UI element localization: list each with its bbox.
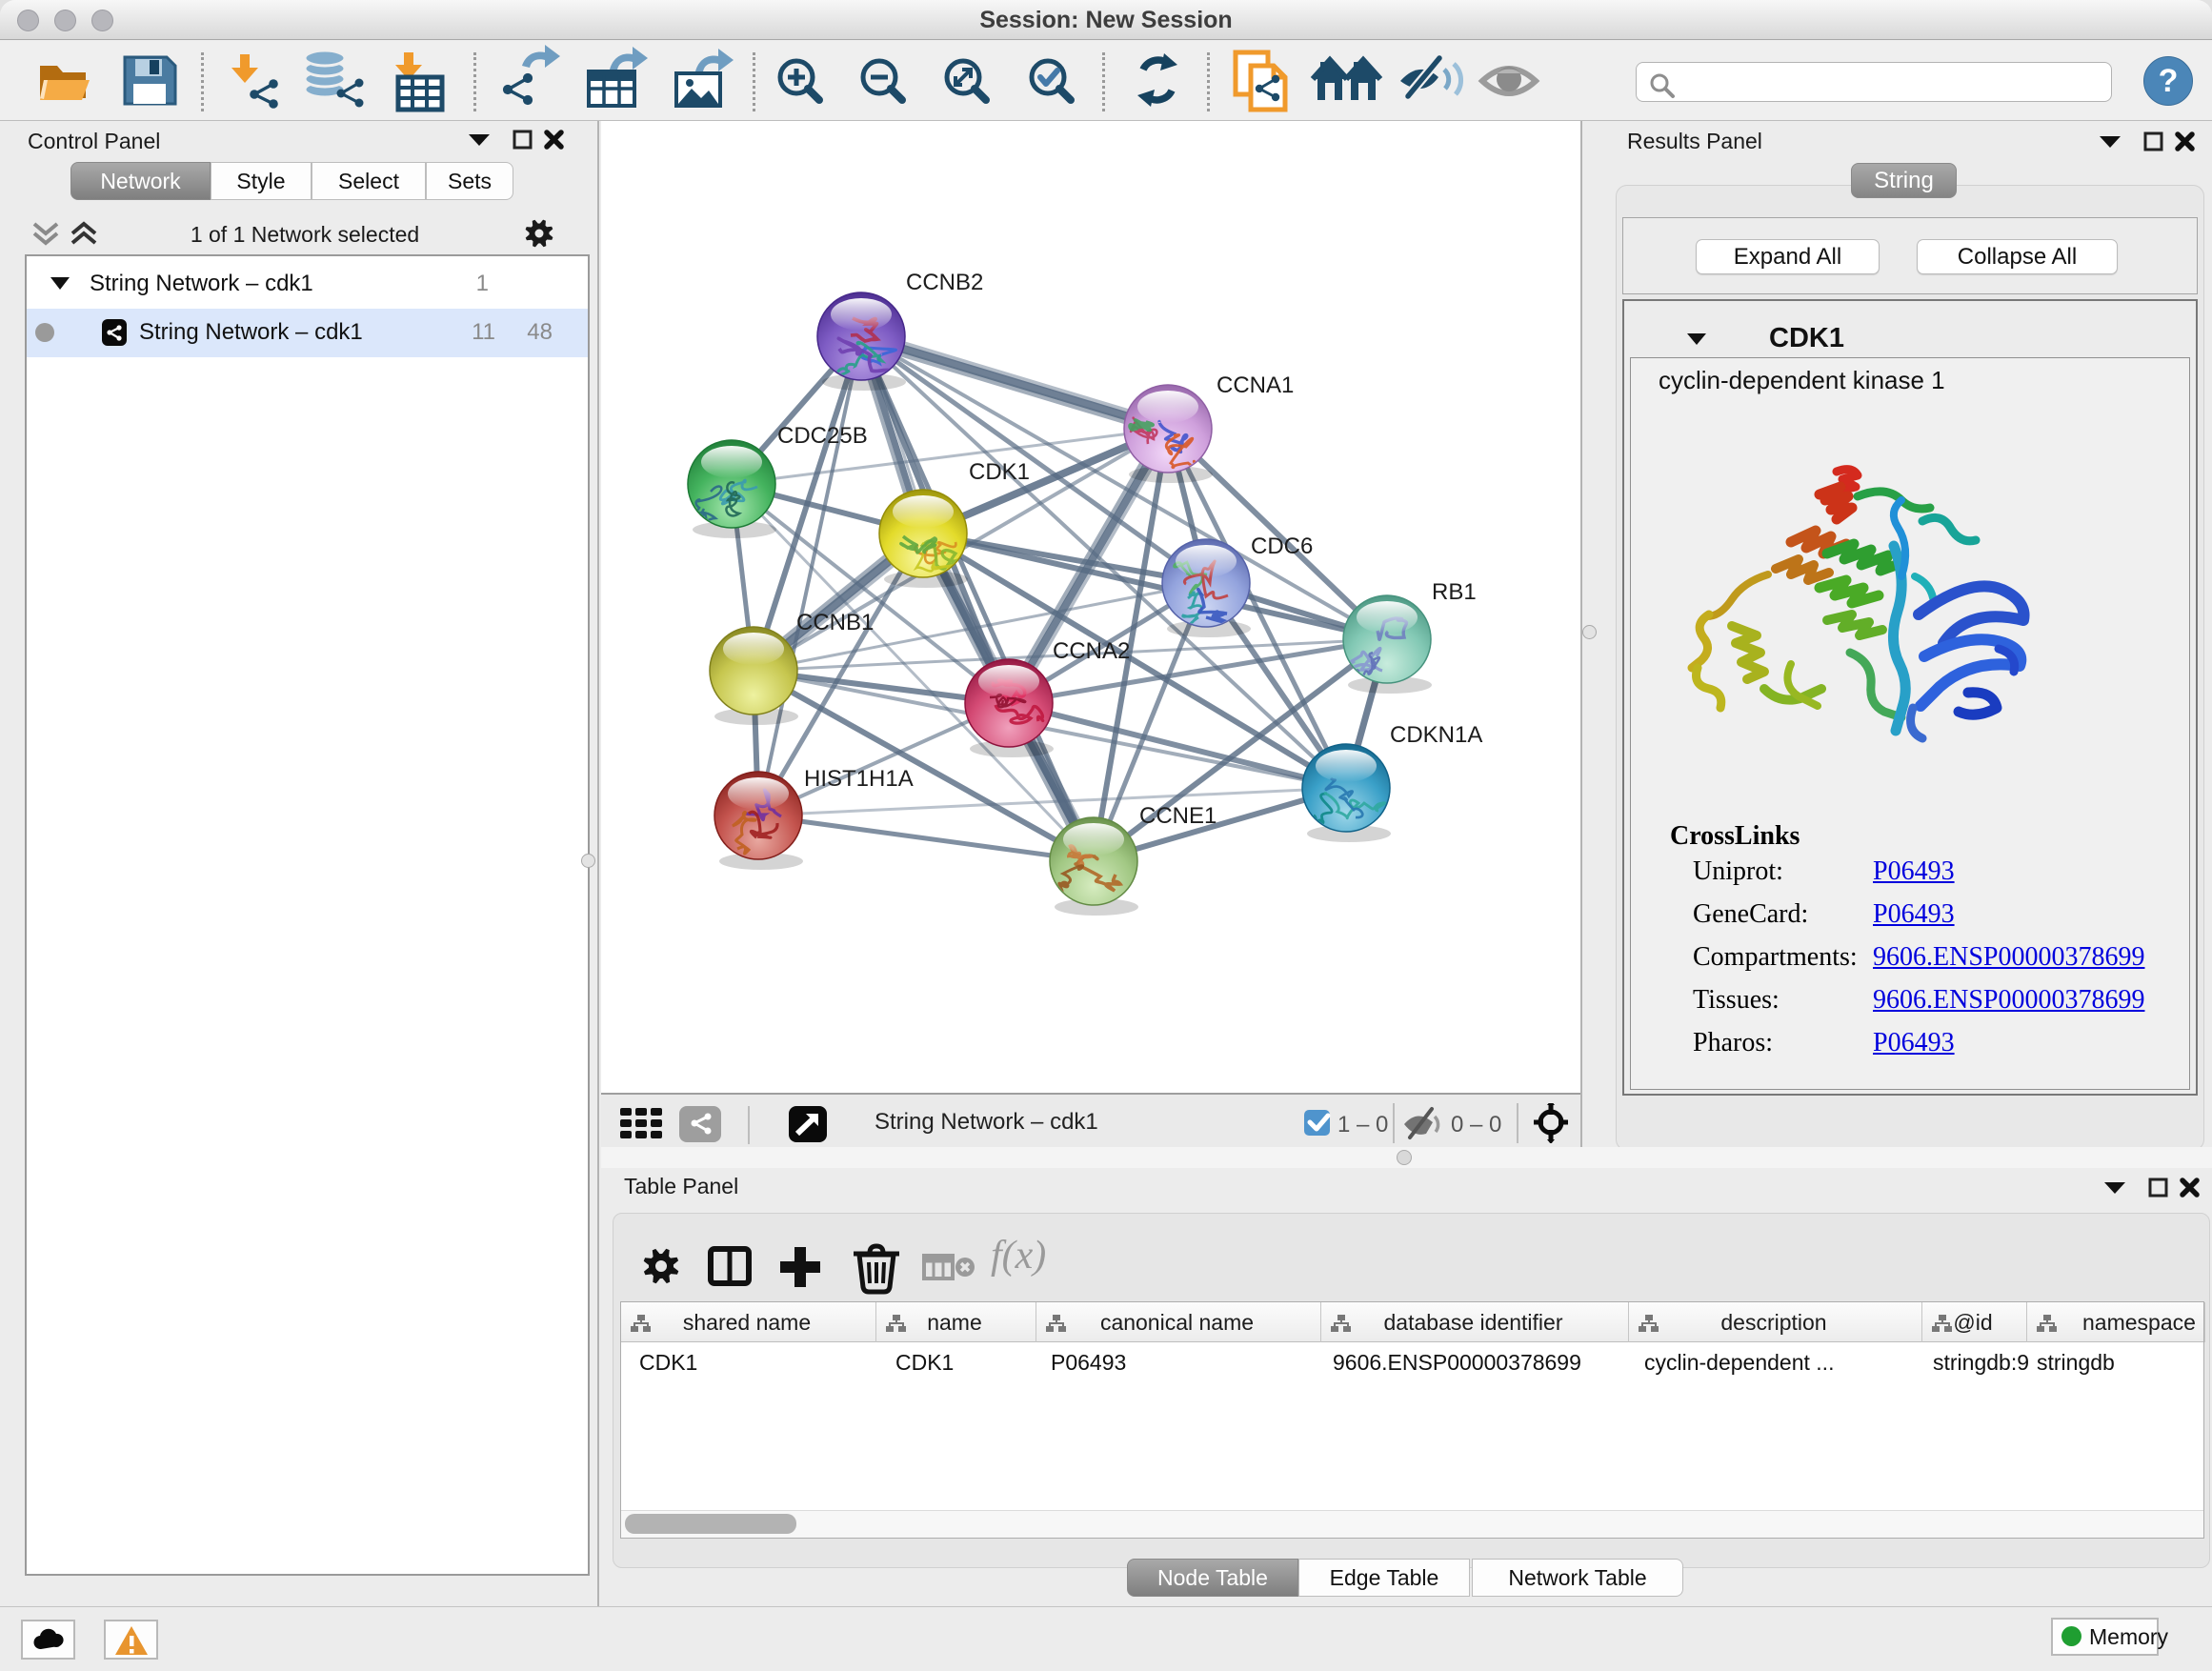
svg-text:CDKN1A: CDKN1A <box>1390 722 1482 748</box>
svg-text:CCNB2: CCNB2 <box>906 270 983 295</box>
svg-text:0 – 0: 0 – 0 <box>1451 1112 1501 1137</box>
svg-text:CCNB1: CCNB1 <box>796 610 874 635</box>
svg-text:RB1: RB1 <box>1432 579 1477 605</box>
svg-text:CDK1: CDK1 <box>969 459 1030 485</box>
svg-text:CCNE1: CCNE1 <box>1139 803 1217 829</box>
svg-text:CCNA1: CCNA1 <box>1217 372 1294 398</box>
svg-text:CDC6: CDC6 <box>1251 534 1313 559</box>
svg-text:CCNA2: CCNA2 <box>1053 638 1130 664</box>
svg-text:1 – 0: 1 – 0 <box>1337 1112 1388 1137</box>
svg-text:HIST1H1A: HIST1H1A <box>804 766 914 792</box>
svg-text:CDC25B: CDC25B <box>777 423 868 449</box>
